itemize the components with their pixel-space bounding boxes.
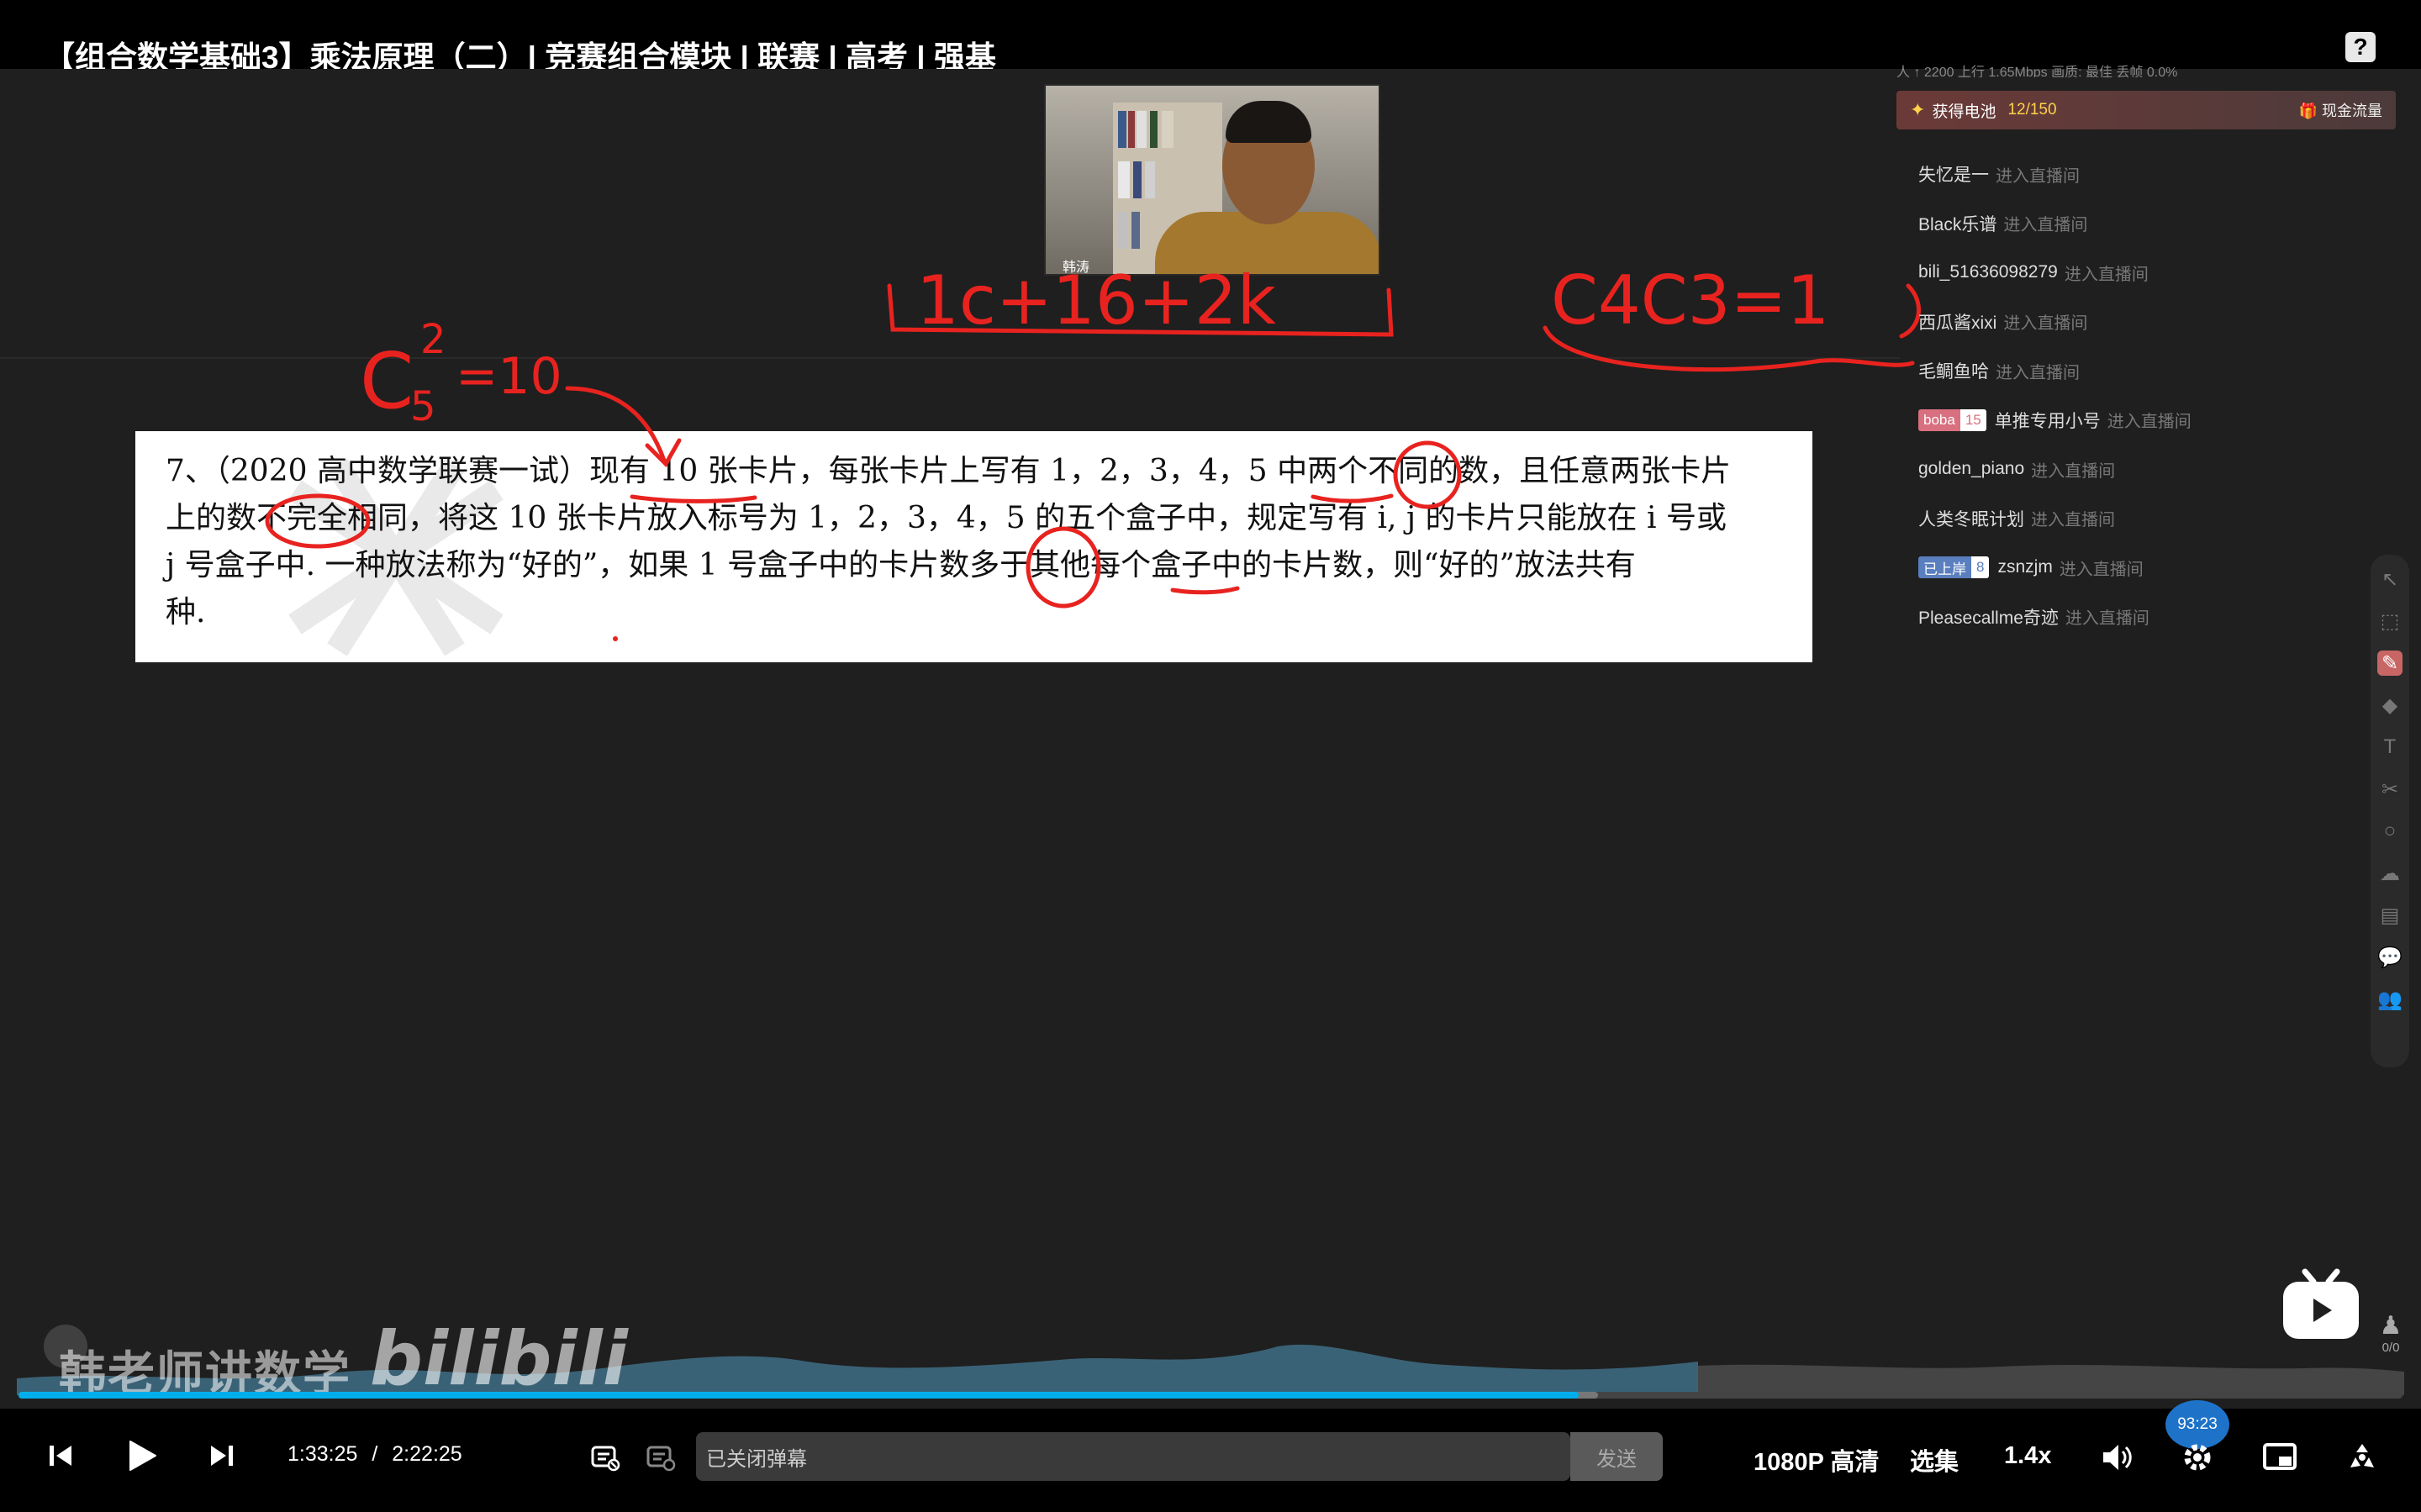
chat-item: Black乐谱 进入直播间 xyxy=(1918,214,2088,235)
mini-counter: ♟ 0/0 xyxy=(2374,1311,2408,1355)
stream-stats: 人 ↑ 2200 上行 1.65Mbps 画质: 最佳 丢帧 0.0% xyxy=(1896,66,2178,77)
chat-item: 人类冬眠计划 进入直播间 xyxy=(1918,509,2115,530)
cloud-icon[interactable]: ☁ xyxy=(2377,861,2403,886)
settings-gear-icon[interactable] xyxy=(2179,1439,2216,1476)
chat-item: 毛鲷鱼哈 进入直播间 xyxy=(1918,362,2080,382)
problem-line-4: 种. xyxy=(166,595,206,630)
problem-line-1: 7、（2020 高中数学联赛一试）现有 10 张卡片，每张卡片上写有 1，2，3… xyxy=(166,454,1732,488)
current-time: 1:33:25 xyxy=(287,1442,358,1466)
chat-item: boba 15 单推专用小号 进入直播间 xyxy=(1918,396,2389,445)
highlighter-icon[interactable]: ◆ xyxy=(2377,693,2403,718)
bilibili-logo: bilibili xyxy=(370,1315,628,1402)
send-button[interactable]: 发送 xyxy=(1570,1432,1663,1481)
fullscreen-icon[interactable] xyxy=(2344,1439,2381,1476)
chat-item: 西瓜酱xixi 进入直播间 xyxy=(1918,313,2088,334)
next-icon[interactable] xyxy=(205,1439,239,1472)
users-icon[interactable]: 👥 xyxy=(2377,987,2403,1012)
select-icon[interactable]: ⬚ xyxy=(2377,608,2403,634)
title-bar: 【组合数学基础3】乘法原理（二）| 竞赛组合模块 | 联赛 | 高考 | 强基 … xyxy=(0,0,2421,75)
quality-button[interactable]: 1080P 高清 xyxy=(1754,1442,1879,1478)
gift-icon: 🎁 xyxy=(2298,103,2318,119)
play-icon[interactable] xyxy=(121,1436,161,1476)
problem-card: 7、（2020 高中数学联赛一试）现有 10 张卡片，每张卡片上写有 1，2，3… xyxy=(135,431,1812,662)
volume-icon[interactable] xyxy=(2098,1439,2135,1476)
toolbox-icon[interactable]: ▤ xyxy=(2377,903,2403,928)
pip-icon[interactable] xyxy=(2261,1439,2298,1476)
danmu-settings-icon[interactable] xyxy=(644,1441,678,1474)
chat-item: 已上岸 8 zsnzjm 进入直播间 xyxy=(1918,543,2389,593)
tv-play-icon[interactable] xyxy=(2280,1265,2362,1342)
speed-button[interactable]: 1.4x xyxy=(2004,1442,2051,1470)
danmu-input[interactable]: 已关闭弹幕 xyxy=(696,1432,1570,1481)
battery-bar: ✦ 获得电池 12/150 🎁 现金流量 xyxy=(1896,91,2396,129)
progress-fill xyxy=(18,1392,1580,1399)
drawing-toolbar: ↖ ⬚ ✎ ◆ T ✂ ○ ☁ ▤ 💬 👥 xyxy=(2371,555,2409,1067)
comment-icon[interactable]: 💬 xyxy=(2377,945,2403,970)
progress-bar[interactable] xyxy=(18,1392,2403,1399)
sparkle-icon: ✦ xyxy=(1910,99,1926,120)
chat-item: bili_51636098279 进入直播间 xyxy=(1918,262,2149,284)
fan-badge: boba 15 xyxy=(1918,408,1986,431)
problem-line-2: 上的数不完全相同，将这 10 张卡片放入标号为 1，2，3，4，5 的五个盒子中… xyxy=(166,501,1727,535)
help-icon[interactable]: ? xyxy=(2345,32,2376,62)
webcam-feed: 韩涛 xyxy=(1044,84,1380,276)
person-icon: ♟ xyxy=(2379,1312,2403,1340)
scissors-icon[interactable]: ✂ xyxy=(2377,777,2403,802)
chat-item: 失忆是一 进入直播间 xyxy=(1918,166,2080,186)
time-display: 1:33:25 / 2:22:25 xyxy=(287,1442,462,1466)
cash-flow-button[interactable]: 🎁 现金流量 xyxy=(2299,99,2382,121)
chat-list: 失忆是一 进入直播间 Black乐谱 进入直播间 bili_51636098279 进… xyxy=(1918,150,2389,641)
battery-count: 12/150 xyxy=(2007,101,2057,119)
fan-badge: 已上岸 8 xyxy=(1918,556,1990,579)
battery-label: 获得电池 xyxy=(1932,103,1996,121)
prev-icon[interactable] xyxy=(44,1439,77,1472)
episodes-button[interactable]: 选集 xyxy=(1910,1442,1959,1478)
shape-icon[interactable]: ○ xyxy=(2377,819,2403,844)
cursor-icon[interactable]: ↖ xyxy=(2377,566,2403,592)
pen-icon[interactable]: ✎ xyxy=(2377,651,2403,676)
chat-item: golden_piano 进入直播间 xyxy=(1918,459,2116,481)
text-icon[interactable]: T xyxy=(2377,735,2403,760)
total-time: 2:22:25 xyxy=(392,1442,462,1466)
board-divider xyxy=(0,357,1900,359)
problem-line-3: j 号盒子中. 一种放法称为“好的”，如果 1 号盒子中的卡片数多于其他每个盒子… xyxy=(166,548,1636,582)
webcam-name-label: 韩涛 xyxy=(1063,261,1090,275)
problem-text: 7、（2020 高中数学联赛一试）现有 10 张卡片，每张卡片上写有 1，2，3… xyxy=(166,448,1782,636)
chat-item: Pleasecallme奇迹 进入直播间 xyxy=(1918,608,2149,629)
danmu-toggle-icon[interactable] xyxy=(588,1441,622,1474)
